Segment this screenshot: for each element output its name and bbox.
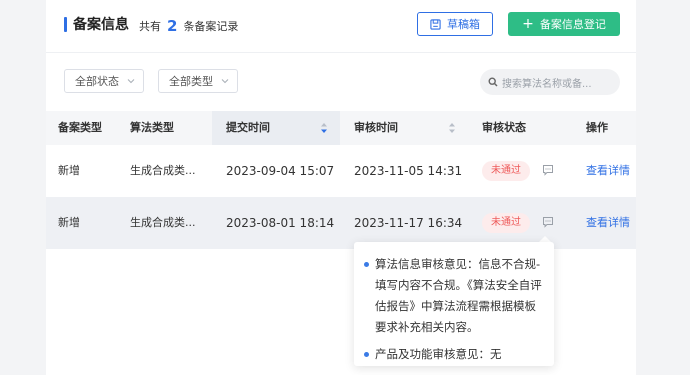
sort-icon[interactable] <box>448 122 456 134</box>
column-review-time-label: 审核时间 <box>354 121 398 134</box>
algo-type-cell: 生成合成类... <box>130 164 196 177</box>
plus-icon: + <box>522 16 534 32</box>
search-input[interactable]: 搜索算法名称或备... <box>480 69 620 95</box>
type-filter-select[interactable]: 全部类型 <box>158 69 238 93</box>
column-actions: 操作 <box>586 121 608 134</box>
review-time-cell: 2023-11-05 14:31 <box>354 164 463 178</box>
review-comment-tooltip: 算法信息审核意见：信息不合规-填写内容不合规。《算法安全自评估报告》中算法流程需… <box>354 242 554 366</box>
draft-box-icon <box>430 18 441 30</box>
status-badge: 未通过 <box>482 161 530 181</box>
count-suffix: 条备案记录 <box>183 20 239 33</box>
column-submit-time[interactable]: 提交时间 <box>212 111 340 145</box>
view-details-link[interactable]: 查看详情 <box>586 145 630 197</box>
tooltip-item: 产品及功能审核意见：无 <box>364 344 544 365</box>
comment-icon[interactable] <box>542 164 554 176</box>
draft-box-label: 草稿箱 <box>447 18 480 31</box>
title-accent-bar <box>64 17 67 32</box>
panel-header: 备案信息 共有 2 条备案记录 草稿箱 + 备案信息登记 <box>46 0 636 53</box>
column-filing-type: 备案类型 <box>58 121 102 134</box>
tooltip-item: 算法信息审核意见：信息不合规-填写内容不合规。《算法安全自评估报告》中算法流程需… <box>364 254 544 338</box>
table-row: 新增 生成合成类... 2023-09-04 15:07 2023-11-05 … <box>46 145 636 198</box>
bullet-dot <box>364 262 369 267</box>
status-filter-select[interactable]: 全部状态 <box>64 69 144 93</box>
product-review-comment: 产品及功能审核意见：无 <box>375 347 502 361</box>
count-prefix: 共有 <box>139 20 161 33</box>
column-submit-time-label: 提交时间 <box>226 121 270 134</box>
search-icon <box>488 77 498 87</box>
register-filing-label: 备案信息登记 <box>539 18 606 31</box>
view-details-link[interactable]: 查看详情 <box>586 197 630 249</box>
algo-review-comment: 算法信息审核意见：信息不合规-填写内容不合规。《算法安全自评估报告》中算法流程需… <box>375 257 542 334</box>
chevron-down-icon <box>221 79 229 84</box>
status-filter-value: 全部状态 <box>75 75 119 88</box>
status-badge: 未通过 <box>482 213 530 233</box>
algo-type-cell: 生成合成类... <box>130 216 196 229</box>
sort-icon[interactable] <box>320 122 328 134</box>
search-placeholder: 搜索算法名称或备... <box>502 78 592 90</box>
column-review-time[interactable]: 审核时间 <box>354 111 464 145</box>
submit-time-cell: 2023-08-01 18:14 <box>226 216 335 230</box>
chevron-down-icon <box>127 79 135 84</box>
column-review-status: 审核状态 <box>482 121 526 134</box>
filing-type-cell: 新增 <box>58 216 80 229</box>
submit-time-cell: 2023-09-04 15:07 <box>226 164 335 178</box>
comment-icon[interactable] <box>542 216 554 228</box>
bullet-dot <box>364 352 369 357</box>
register-filing-button[interactable]: + 备案信息登记 <box>508 12 620 36</box>
draft-box-button[interactable]: 草稿箱 <box>417 12 493 36</box>
record-count: 共有 2 条备案记录 <box>139 16 239 35</box>
filing-type-cell: 新增 <box>58 164 80 177</box>
column-algo-type: 算法类型 <box>130 121 174 134</box>
page-title: 备案信息 <box>73 17 129 33</box>
count-number: 2 <box>167 17 178 35</box>
table-header: 备案类型 算法类型 提交时间 审核时间 审核状态 操作 <box>46 111 636 145</box>
type-filter-value: 全部类型 <box>169 75 213 88</box>
